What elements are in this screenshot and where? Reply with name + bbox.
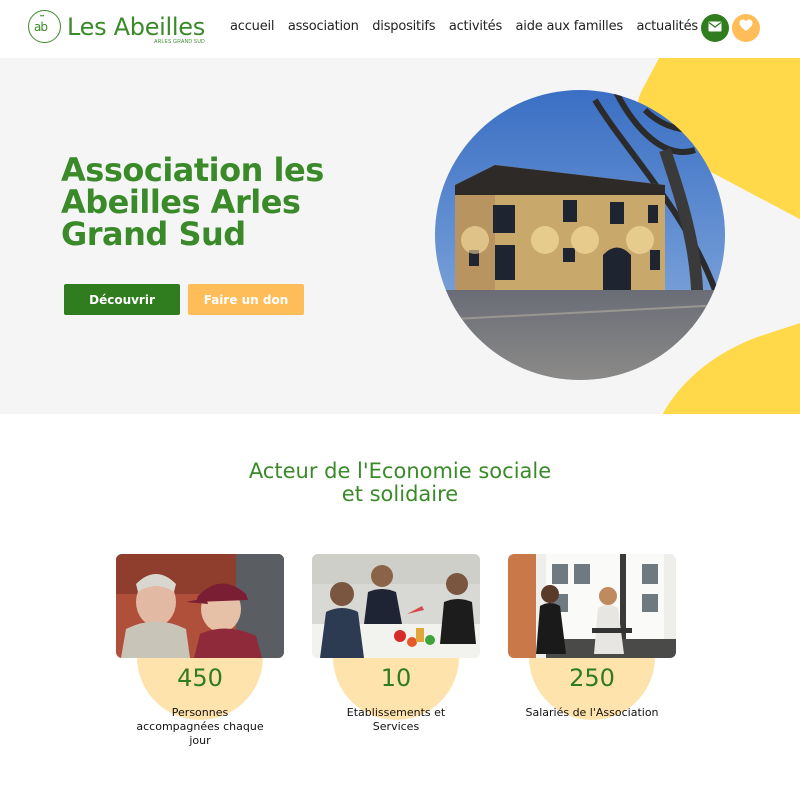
section-title-line1: Acteur de l'Economie sociale	[248, 459, 552, 483]
hero-section: Association les Abeilles Arles Grand Sud…	[0, 58, 800, 414]
heart-icon	[739, 19, 753, 37]
stat-value: 250	[569, 664, 615, 692]
section-title-line2: et solidaire	[341, 482, 459, 506]
nav-activites[interactable]: activités	[449, 19, 502, 34]
contact-button[interactable]	[701, 14, 729, 42]
nav-aide-aux-familles[interactable]: aide aux familles	[516, 19, 624, 34]
section-title: Acteur de l'Economie sociale et solidair…	[0, 460, 800, 506]
stat-label: Salariés de l'Association	[525, 706, 659, 719]
nav-actualites[interactable]: actualités	[636, 19, 698, 34]
site-header: •• ab Les Abeilles ARLES GRAND SUD accue…	[0, 0, 800, 58]
logo-text: Les Abeilles ARLES GRAND SUD	[67, 12, 205, 45]
stat-label: Etablissements et Services	[346, 706, 446, 733]
office-photo	[508, 554, 676, 658]
stat-card-people: 450 Personnes accompagnées chaque jour	[116, 554, 284, 747]
nav-dispositifs[interactable]: dispositifs	[372, 19, 435, 34]
discover-button[interactable]: Découvrir	[64, 284, 180, 315]
donate-icon-button[interactable]	[732, 14, 760, 42]
workshop-photo	[312, 554, 480, 658]
people-photo	[116, 554, 284, 658]
logo-mark-icon: •• ab	[28, 10, 61, 43]
logo-title: Les Abeilles	[67, 12, 205, 41]
logo-subtitle: ARLES GRAND SUD	[154, 38, 205, 45]
nav-accueil[interactable]: accueil	[230, 19, 275, 34]
stat-card-establishments: 10 Etablissements et Services	[312, 554, 480, 733]
nav-association[interactable]: association	[288, 19, 359, 34]
mail-icon	[708, 19, 722, 37]
stat-label: Personnes accompagnées chaque jour	[136, 706, 264, 747]
logo[interactable]: •• ab Les Abeilles ARLES GRAND SUD	[28, 10, 205, 45]
stat-value: 450	[177, 664, 223, 692]
donate-button[interactable]: Faire un don	[188, 284, 304, 315]
stat-value: 10	[380, 664, 412, 692]
main-nav: accueil association dispositifs activité…	[230, 19, 711, 34]
hero-title: Association les Abeilles Arles Grand Sud	[61, 151, 324, 253]
building-photo	[435, 90, 725, 380]
stat-card-employees: 250 Salariés de l'Association	[508, 554, 676, 720]
